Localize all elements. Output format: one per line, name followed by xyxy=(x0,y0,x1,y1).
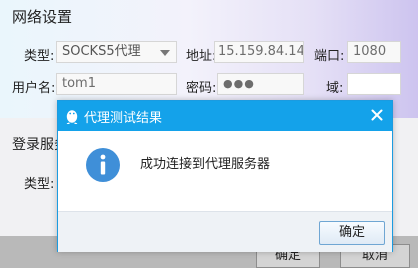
dialog-ok-button[interactable]: 确定 xyxy=(319,221,385,245)
username-label: 用户名: xyxy=(12,81,56,96)
address-label: 地址: xyxy=(186,49,217,64)
close-icon[interactable] xyxy=(370,108,384,126)
proxy-type-label: 类型: xyxy=(24,49,55,64)
port-label: 端口: xyxy=(314,49,345,64)
password-input[interactable]: ●●● xyxy=(217,73,304,95)
dialog-footer: 确定 xyxy=(58,211,392,252)
domain-label: 域: xyxy=(326,81,344,96)
proxy-type-select[interactable]: SOCKS5代理 xyxy=(56,41,177,63)
username-input[interactable]: tom1 xyxy=(56,73,177,95)
proxy-type-value: SOCKS5代理 xyxy=(62,44,141,59)
chevron-down-icon[interactable] xyxy=(160,50,170,56)
address-input[interactable]: 15.159.84.147 xyxy=(214,41,304,63)
penguin-icon xyxy=(65,108,79,128)
domain-input[interactable] xyxy=(347,73,401,95)
port-input[interactable]: 1080 xyxy=(347,41,401,63)
dialog-message: 成功连接到代理服务器 xyxy=(140,157,271,172)
password-label: 密码: xyxy=(186,81,217,96)
network-settings-title: 网络设置 xyxy=(12,8,73,26)
info-icon xyxy=(85,147,121,187)
dialog-title-bar[interactable]: 代理测试结果 xyxy=(58,101,392,131)
dialog-title: 代理测试结果 xyxy=(84,111,163,126)
proxy-test-result-dialog: 代理测试结果 成功连接到代理服务器 确定 xyxy=(57,100,393,252)
dialog-body: 成功连接到代理服务器 xyxy=(58,131,392,211)
login-type-label: 类型: xyxy=(24,177,55,192)
